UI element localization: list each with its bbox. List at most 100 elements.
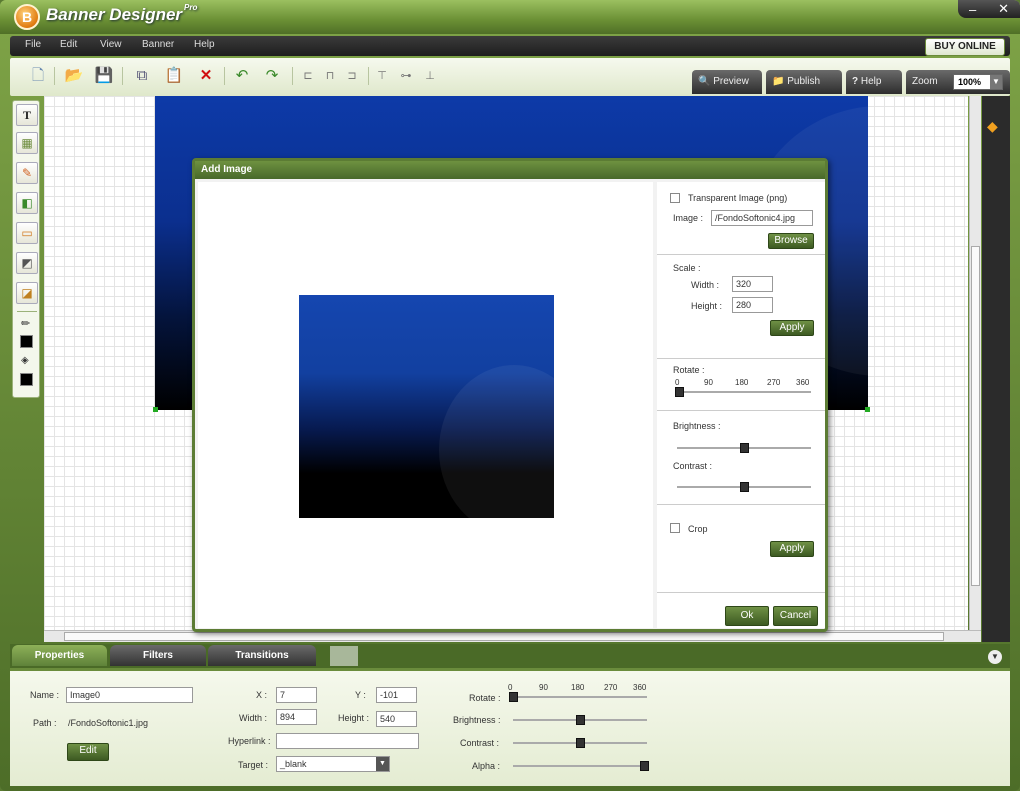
- fill-bucket-icon[interactable]: ◈: [21, 355, 29, 366]
- buy-online-button[interactable]: BUY ONLINE: [925, 38, 1005, 56]
- height-label: Height :: [691, 301, 723, 311]
- undo-icon[interactable]: ↶: [232, 66, 252, 86]
- image-preview: [198, 182, 653, 628]
- image-options-panel: Transparent Image (png) Image : /FondoSo…: [657, 182, 825, 628]
- contrast-slider-thumb[interactable]: [739, 482, 749, 492]
- tab-transitions[interactable]: Transitions: [208, 645, 316, 666]
- stroke-color-swatch[interactable]: [20, 335, 33, 348]
- layers-icon[interactable]: ◆: [987, 118, 998, 135]
- hyperlink-field[interactable]: [276, 733, 419, 749]
- selection-handle[interactable]: [153, 407, 158, 412]
- collapse-panel-icon[interactable]: ▼: [988, 650, 1002, 664]
- brightness-slider-thumb[interactable]: [575, 715, 585, 725]
- x-label: X :: [256, 690, 268, 700]
- image-tool-icon[interactable]: ▦: [16, 132, 38, 154]
- open-folder-icon[interactable]: 📂: [64, 66, 84, 86]
- apply-crop-button[interactable]: Apply: [770, 541, 814, 557]
- cancel-button[interactable]: Cancel: [773, 606, 818, 626]
- rotate-slider[interactable]: [675, 391, 811, 393]
- menu-help[interactable]: Help: [194, 39, 215, 50]
- layer-tool-icon[interactable]: ◧: [16, 192, 38, 214]
- transparent-checkbox[interactable]: [670, 193, 680, 203]
- crop-checkbox[interactable]: [670, 523, 680, 533]
- contrast-label: Contrast :: [460, 738, 500, 748]
- rotate-slider-thumb[interactable]: [509, 692, 518, 702]
- align-bottom-icon[interactable]: ⊥: [420, 66, 440, 86]
- media-tool-icon[interactable]: ◩: [16, 252, 38, 274]
- new-file-icon[interactable]: 🗋: [28, 66, 48, 86]
- height-label: Height :: [338, 713, 370, 723]
- menu-banner[interactable]: Banner: [142, 39, 174, 50]
- text-tool-icon[interactable]: T: [16, 104, 38, 126]
- y-label: Y :: [355, 690, 366, 700]
- height-field[interactable]: 540: [376, 711, 417, 727]
- height-field[interactable]: 280: [732, 297, 773, 313]
- copy-icon[interactable]: ⧉: [132, 66, 152, 86]
- pencil-icon[interactable]: ✏: [21, 317, 30, 330]
- rotate-tick: 270: [604, 683, 618, 692]
- rotate-tick: 180: [571, 683, 585, 692]
- minimize-icon[interactable]: –: [969, 2, 976, 17]
- x-field[interactable]: 7: [276, 687, 317, 703]
- paste-icon[interactable]: 📋: [164, 66, 184, 86]
- rotate-label: Rotate :: [673, 365, 705, 375]
- app-title: Banner Designer Pro: [46, 3, 198, 24]
- selection-handle[interactable]: [865, 407, 870, 412]
- name-field[interactable]: Image0: [66, 687, 193, 703]
- alpha-slider-thumb[interactable]: [640, 761, 649, 771]
- brightness-slider-thumb[interactable]: [739, 443, 749, 453]
- rotate-tick: 0: [508, 683, 513, 692]
- rotate-tick: 270: [767, 378, 781, 387]
- chevron-down-icon: ▼: [376, 757, 389, 771]
- menu-file[interactable]: File: [25, 39, 41, 50]
- contrast-label: Contrast :: [673, 461, 713, 471]
- app-logo-icon: B: [14, 4, 40, 30]
- preview-button[interactable]: 🔍 Preview: [692, 70, 762, 94]
- edit-button[interactable]: Edit: [67, 743, 109, 761]
- image-path-field[interactable]: /FondoSoftonic4.jpg: [711, 210, 813, 226]
- close-icon[interactable]: ✕: [998, 1, 1009, 17]
- swf-tool-icon[interactable]: ◪: [16, 282, 38, 304]
- align-center-icon[interactable]: ⊓: [320, 66, 340, 86]
- app-window: B Banner Designer Pro – ✕ File Edit View …: [0, 0, 1020, 791]
- width-field[interactable]: 894: [276, 709, 317, 725]
- tool-palette: T ▦ ✎ ◧ ▭ ◩ ◪ ✏ ◈: [12, 100, 40, 398]
- apply-scale-button[interactable]: Apply: [770, 320, 814, 336]
- alpha-slider[interactable]: [513, 765, 647, 767]
- target-select[interactable]: _blank ▼: [276, 756, 390, 772]
- crop-label: Crop: [688, 524, 708, 534]
- vertical-scrollbar[interactable]: [969, 96, 981, 630]
- rotate-tick: 180: [735, 378, 749, 387]
- save-icon[interactable]: 💾: [94, 66, 114, 86]
- menu-view[interactable]: View: [100, 39, 122, 50]
- tab-filters[interactable]: Filters: [110, 645, 206, 666]
- tab-properties[interactable]: Properties: [12, 645, 107, 666]
- align-right-icon[interactable]: ⊐: [342, 66, 362, 86]
- zoom-select[interactable]: 100% ▼: [953, 74, 1003, 90]
- publish-button[interactable]: 📁 Publish: [766, 70, 842, 94]
- align-top-icon[interactable]: ⊤: [372, 66, 392, 86]
- browse-button[interactable]: Browse: [768, 233, 814, 249]
- rotate-slider[interactable]: [509, 696, 647, 698]
- transparent-label: Transparent Image (png): [688, 193, 788, 203]
- delete-icon[interactable]: ✕: [196, 66, 216, 86]
- contrast-slider-thumb[interactable]: [575, 738, 585, 748]
- button-tool-icon[interactable]: ▭: [16, 222, 38, 244]
- menu-edit[interactable]: Edit: [60, 39, 77, 50]
- ok-button[interactable]: Ok: [725, 606, 769, 626]
- width-label: Width :: [691, 280, 720, 290]
- menu-bar: File Edit View Banner Help: [10, 36, 1010, 56]
- redo-icon[interactable]: ↷: [262, 66, 282, 86]
- layers-panel: ◆: [982, 96, 1010, 642]
- fill-color-swatch[interactable]: [20, 373, 33, 386]
- align-middle-icon[interactable]: ⊶: [396, 66, 416, 86]
- rotate-slider-thumb[interactable]: [675, 387, 684, 397]
- window-controls: – ✕: [958, 0, 1020, 18]
- properties-panel: Name : Image0 Path : /FondoSoftonic1.jpg…: [10, 668, 1010, 786]
- align-left-icon[interactable]: ⊏: [298, 66, 318, 86]
- help-button[interactable]: ? Help: [846, 70, 902, 94]
- width-field[interactable]: 320: [732, 276, 773, 292]
- shape-tool-icon[interactable]: ✎: [16, 162, 38, 184]
- y-field[interactable]: -101: [376, 687, 417, 703]
- preview-watermark-logo: [439, 365, 554, 518]
